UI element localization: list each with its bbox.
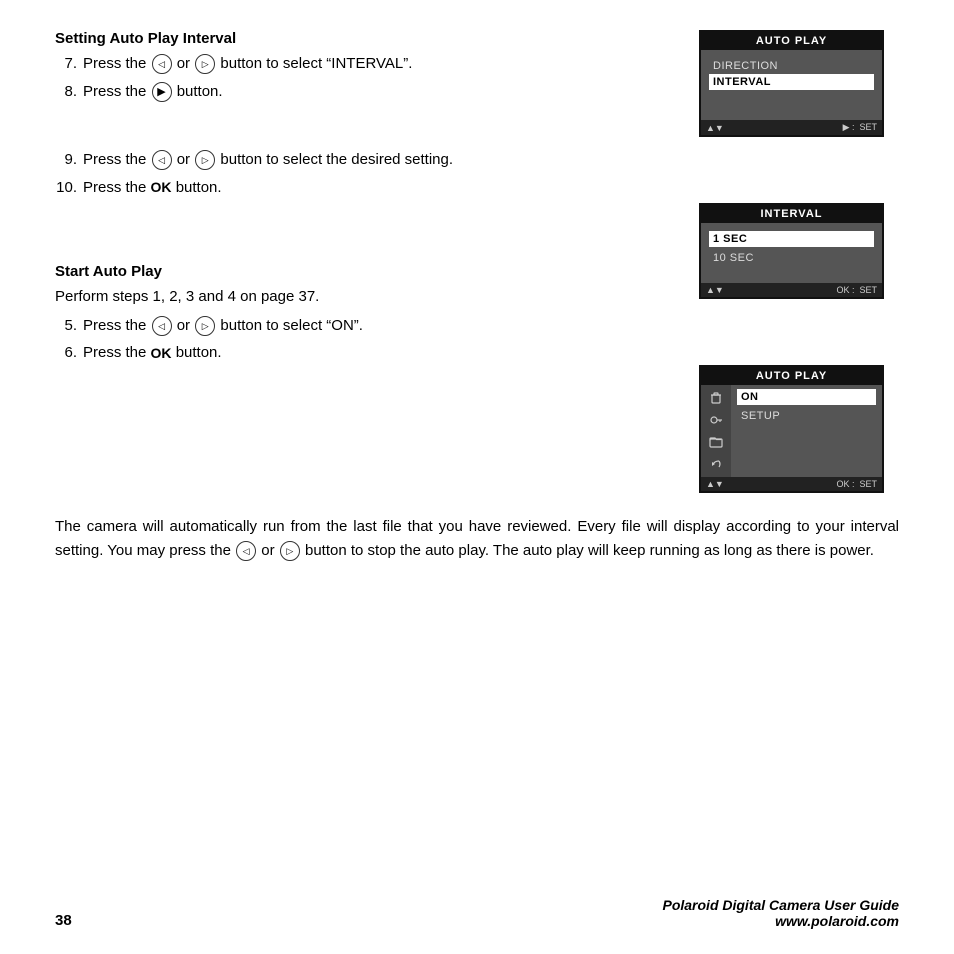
screen3-body: ON SETUP [701, 385, 882, 477]
bottom-text-or: or [261, 542, 279, 559]
page: Setting Auto Play Interval 7. Press the … [0, 0, 954, 954]
step-6-num: 6. [55, 342, 77, 365]
left-column: Setting Auto Play Interval 7. Press the … [55, 30, 699, 493]
footer-brand-line2: www.polaroid.com [662, 913, 899, 929]
left-button-icon-1: ◁ [152, 54, 172, 74]
right-column: AUTO PLAY DIRECTION INTERVAL ▲▼ ▶ : SET … [699, 30, 899, 493]
section2-heading: Start Auto Play [55, 263, 679, 280]
screen1-title: AUTO PLAY [701, 32, 882, 50]
screen2-item-10sec: 10 SEC [709, 250, 874, 266]
play-button-icon-1: ▶ [152, 82, 172, 102]
bottom-text-part2: button to stop the auto play. The auto p… [305, 542, 874, 559]
screen2-footer: ▲▼ OK : SET [701, 283, 882, 297]
screen3-nav-arrows: ▲▼ [706, 479, 724, 489]
step-9-text: Press the ◁ or ▷ button to select the de… [83, 149, 679, 172]
screen3-lcd: AUTO PLAY [699, 365, 884, 493]
right-button-icon-bottom: ▷ [280, 541, 300, 561]
right-button-icon-1: ▷ [195, 54, 215, 74]
page-footer: 38 Polaroid Digital Camera User Guide ww… [55, 897, 899, 929]
screen2-lcd: INTERVAL 1 SEC 10 SEC ▲▼ OK : SET [699, 203, 884, 299]
step-8-num: 8. [55, 81, 77, 104]
screen2-item-1sec: 1 SEC [709, 231, 874, 247]
ok-button-label-2: OK [151, 343, 172, 364]
screen1-item-interval: INTERVAL [709, 74, 874, 90]
footer-brand: Polaroid Digital Camera User Guide www.p… [662, 897, 899, 929]
screen3-icon-key [705, 411, 727, 429]
step-7-text: Press the ◁ or ▷ button to select “INTER… [83, 53, 679, 76]
section1-steps2-block: 9. Press the ◁ or ▷ button to select the… [55, 149, 679, 199]
screen3-icons-col [701, 385, 731, 477]
screen1-body: DIRECTION INTERVAL [701, 50, 882, 120]
step-5-text: Press the ◁ or ▷ button to select “ON”. [83, 315, 679, 338]
screen3-item-on: ON [737, 389, 876, 405]
section1-block: Setting Auto Play Interval 7. Press the … [55, 30, 679, 103]
section2-intro: Perform steps 1, 2, 3 and 4 on page 37. [55, 286, 679, 309]
screen1-footer: ▲▼ ▶ : SET [701, 120, 882, 135]
screen2-nav-arrows: ▲▼ [706, 285, 724, 295]
screen3-title: AUTO PLAY [701, 367, 882, 385]
section2-intro-text: Perform steps 1, 2, 3 and 4 on page 37. [55, 288, 319, 305]
step-9: 9. Press the ◁ or ▷ button to select the… [55, 149, 679, 172]
step-10-text: Press the OK button. [83, 177, 679, 200]
section1-heading: Setting Auto Play Interval [55, 30, 679, 47]
left-button-icon-2: ◁ [152, 150, 172, 170]
step-5-num: 5. [55, 315, 77, 338]
screen1-nav-arrows: ▲▼ [706, 123, 724, 133]
screen2-body: 1 SEC 10 SEC [701, 223, 882, 283]
step-10-num: 10. [55, 177, 77, 200]
section2-block: Start Auto Play Perform steps 1, 2, 3 an… [55, 263, 679, 365]
left-button-icon-bottom: ◁ [236, 541, 256, 561]
screen3-set-label: OK : SET [836, 479, 877, 489]
ok-button-label-1: OK [151, 177, 172, 198]
step-8-text: Press the ▶ button. [83, 81, 679, 104]
screen3-menu-col: ON SETUP [731, 385, 882, 477]
step-7-num: 7. [55, 53, 77, 76]
screen2-set-label: OK : SET [836, 285, 877, 295]
left-button-icon-3: ◁ [152, 316, 172, 336]
screen3-icon-trash [705, 389, 727, 407]
page-number: 38 [55, 912, 72, 929]
screen1-set-label: ▶ : SET [843, 122, 877, 133]
screen3-icon-folder [705, 433, 727, 451]
main-content: Setting Auto Play Interval 7. Press the … [55, 30, 899, 493]
screen2-title: INTERVAL [701, 205, 882, 223]
step-9-num: 9. [55, 149, 77, 172]
screen1-item-direction: DIRECTION [709, 58, 874, 74]
step-8: 8. Press the ▶ button. [55, 81, 679, 104]
screen3-icon-back [705, 455, 727, 473]
footer-brand-line1: Polaroid Digital Camera User Guide [662, 897, 899, 913]
screen-spacer-2 [699, 317, 899, 347]
screen3-item-setup: SETUP [737, 408, 876, 424]
bottom-paragraph: The camera will automatically run from t… [55, 515, 899, 563]
screen1-lcd: AUTO PLAY DIRECTION INTERVAL ▲▼ ▶ : SET [699, 30, 884, 137]
right-button-icon-2: ▷ [195, 150, 215, 170]
step-6-text: Press the OK button. [83, 342, 679, 365]
step-10: 10. Press the OK button. [55, 177, 679, 200]
right-button-icon-3: ▷ [195, 316, 215, 336]
screen3-footer: ▲▼ OK : SET [701, 477, 882, 491]
step-5: 5. Press the ◁ or ▷ button to select “ON… [55, 315, 679, 338]
step-6: 6. Press the OK button. [55, 342, 679, 365]
step-7: 7. Press the ◁ or ▷ button to select “IN… [55, 53, 679, 76]
screen-spacer-1 [699, 155, 899, 185]
